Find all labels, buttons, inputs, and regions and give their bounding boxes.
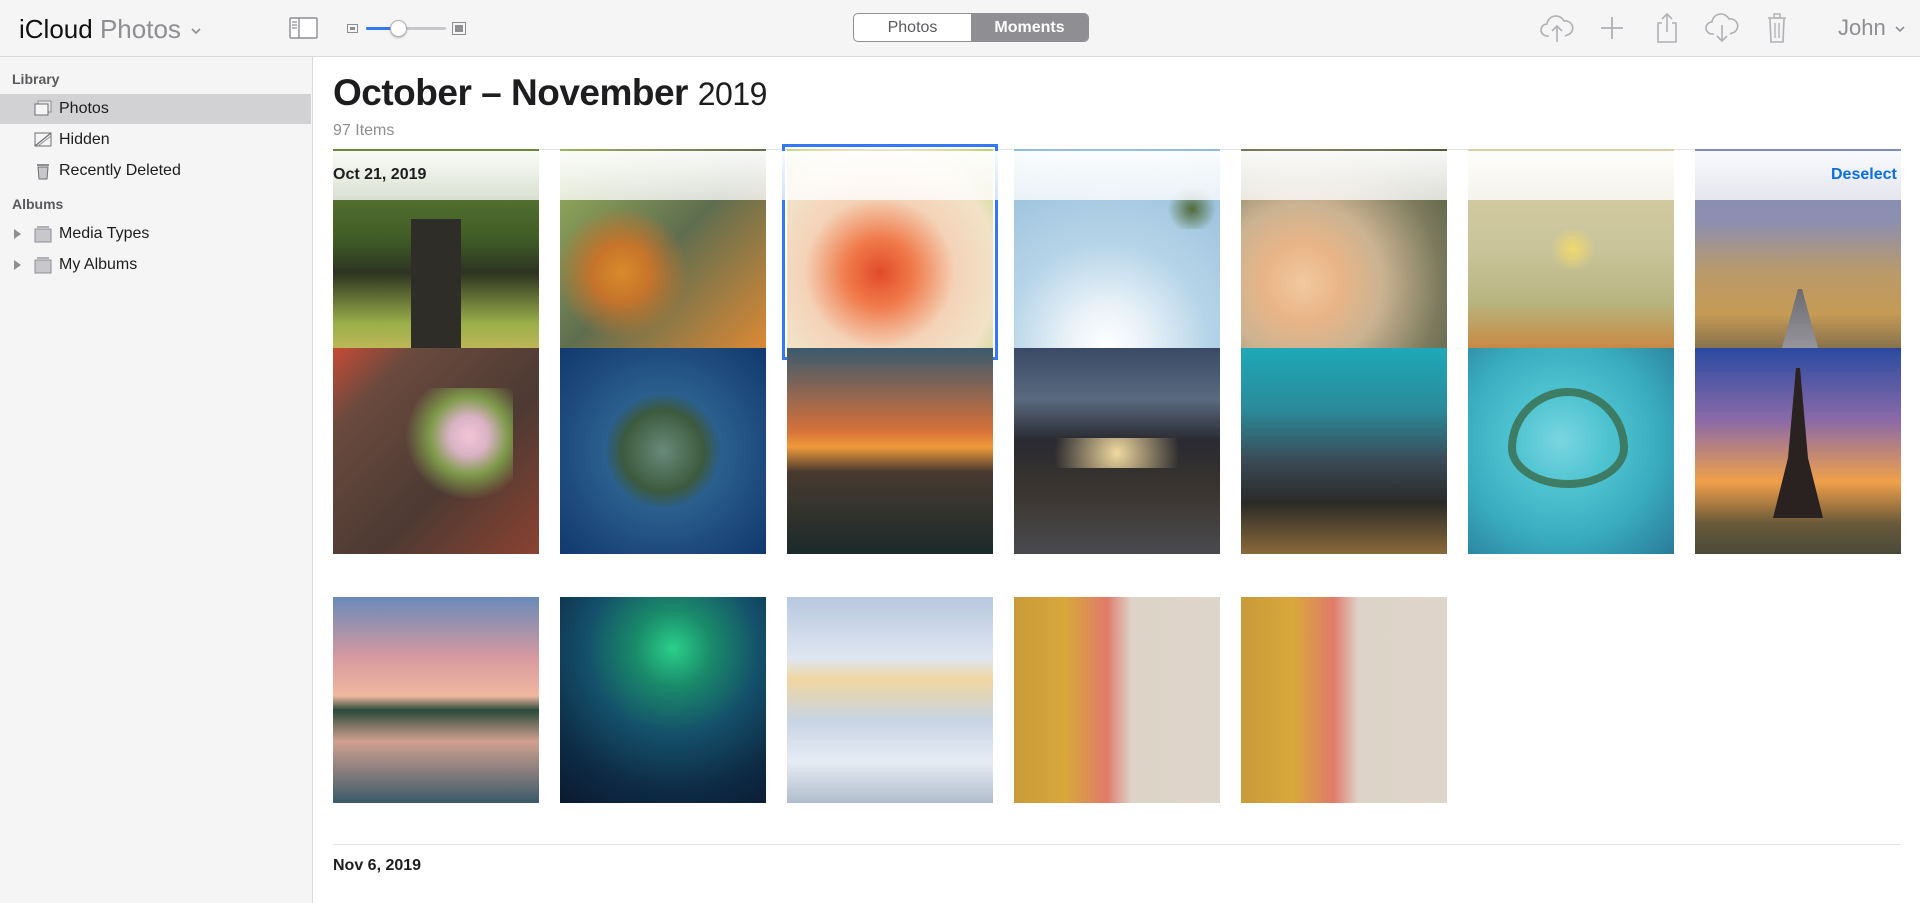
sidebar-item-media-types[interactable]: Media Types <box>0 219 311 249</box>
photo-thumbnail[interactable] <box>1468 348 1674 554</box>
zoom-slider[interactable] <box>344 18 468 38</box>
sidebar-item-my-albums[interactable]: My Albums <box>0 250 311 280</box>
sidebar-item-label: Photos <box>59 100 109 117</box>
user-name: John <box>1838 15 1886 40</box>
brand-photos: Photos <box>99 14 181 44</box>
trash-icon[interactable] <box>1760 12 1794 44</box>
photo-thumbnail[interactable] <box>782 144 998 360</box>
photo-thumbnail[interactable] <box>560 597 766 803</box>
photo-thumbnail[interactable] <box>560 348 766 554</box>
add-icon[interactable] <box>1595 12 1629 44</box>
title-year: 2019 <box>697 76 768 112</box>
disclosure-triangle-icon[interactable] <box>12 228 22 240</box>
share-icon[interactable] <box>1650 12 1684 44</box>
brand-icloud: iCloud <box>19 14 93 44</box>
page-title: October – November 2019 <box>333 72 767 115</box>
moments-view: October – November 2019 97 Items Oct 21,… <box>313 57 1920 903</box>
tab-photos[interactable]: Photos <box>854 14 971 41</box>
chevron-down-icon <box>1895 26 1905 33</box>
disclosure-triangle-icon[interactable] <box>12 259 22 271</box>
photo-thumbnail[interactable] <box>787 348 993 554</box>
sidebar-item-hidden[interactable]: Hidden <box>0 125 311 155</box>
trash-icon <box>37 164 49 180</box>
photos-icon <box>34 100 52 116</box>
item-count: 97 Items <box>333 122 395 139</box>
sidebar-item-label: My Albums <box>59 256 138 273</box>
photo-thumbnail[interactable] <box>1241 348 1447 554</box>
chevron-down-icon <box>191 28 201 35</box>
large-thumbnail-icon <box>452 22 466 35</box>
photo-thumbnail[interactable] <box>1014 149 1220 355</box>
library-header: Library <box>12 71 60 87</box>
sidebar: Library Photos Hidden Recently Deleted A… <box>0 57 313 903</box>
sidebar-item-label: Recently Deleted <box>59 162 181 179</box>
sidebar-item-label: Hidden <box>59 131 110 148</box>
photo-thumbnail[interactable] <box>333 348 539 554</box>
download-icon[interactable] <box>1705 12 1739 44</box>
photo-thumbnail[interactable] <box>560 149 766 355</box>
photo-thumbnail[interactable] <box>1241 597 1447 803</box>
hidden-icon <box>34 132 52 147</box>
small-thumbnail-icon <box>347 24 358 33</box>
zoom-track[interactable] <box>366 20 446 37</box>
account-menu[interactable]: John <box>1838 15 1906 41</box>
albums-header: Albums <box>12 196 64 212</box>
photo-thumbnail[interactable] <box>787 597 993 803</box>
sidebar-item-label: Media Types <box>59 225 150 242</box>
photo-thumbnail[interactable] <box>1695 348 1901 554</box>
photo-thumbnail[interactable] <box>1014 348 1220 554</box>
sidebar-item-photos[interactable]: Photos <box>0 94 311 124</box>
toolbar: iCloud Photos Photos Moments John <box>0 0 1920 57</box>
photo-thumbnail[interactable] <box>1241 149 1447 355</box>
photo-thumbnail[interactable] <box>333 597 539 803</box>
divider <box>333 844 1900 845</box>
album-stack-icon <box>34 257 52 274</box>
zoom-thumb[interactable] <box>390 20 407 37</box>
upload-icon[interactable] <box>1540 12 1574 44</box>
title-range: October – November <box>333 72 688 113</box>
tab-moments[interactable]: Moments <box>971 14 1088 41</box>
moment-date: Nov 6, 2019 <box>333 857 422 874</box>
sidebar-item-recently-deleted[interactable]: Recently Deleted <box>0 156 311 186</box>
app-switcher[interactable]: iCloud Photos <box>19 14 202 44</box>
photo-thumbnail[interactable] <box>1014 597 1220 803</box>
album-stack-icon <box>34 226 52 243</box>
photo-thumbnail[interactable] <box>1468 149 1674 355</box>
deselect-link[interactable]: Deselect <box>1831 166 1897 184</box>
sidebar-toggle-icon[interactable] <box>289 17 318 39</box>
view-switcher: Photos Moments <box>853 13 1089 42</box>
moment-date: Oct 21, 2019 <box>333 166 427 183</box>
